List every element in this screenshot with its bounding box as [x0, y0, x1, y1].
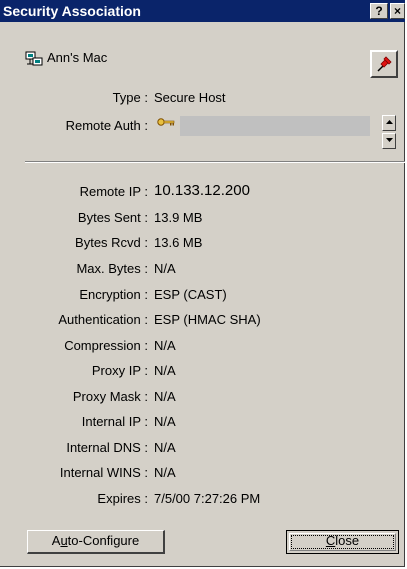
scroll-down-icon	[386, 138, 393, 142]
expires-value: 7/5/00 7:27:26 PM	[154, 491, 261, 506]
close-icon: ×	[393, 4, 401, 18]
compression-value: N/A	[154, 338, 176, 353]
pin-button[interactable]	[370, 50, 398, 78]
internal-wins-label: Internal WINS :	[59, 465, 148, 480]
max-bytes-value: N/A	[154, 261, 176, 276]
proxy-ip-value: N/A	[154, 363, 176, 378]
internal-wins-value: N/A	[154, 465, 176, 480]
window-close-button[interactable]: ×	[390, 3, 405, 19]
help-button[interactable]: ?	[370, 3, 388, 19]
internal-ip-value: N/A	[154, 414, 176, 429]
type-value: Secure Host	[154, 90, 226, 105]
key-icon	[157, 118, 175, 126]
scroll-up-icon	[386, 120, 393, 124]
bytes-sent-value: 13.9 MB	[154, 210, 203, 225]
scroll-down-button[interactable]	[382, 133, 396, 149]
auto-configure-button[interactable]: Auto-Configure	[27, 530, 165, 554]
help-icon: ?	[375, 4, 383, 18]
internal-dns-value: N/A	[154, 440, 176, 455]
encryption-value: ESP (CAST)	[154, 287, 227, 302]
remote-ip-label: Remote IP :	[79, 184, 148, 199]
close-button-label: Close	[325, 533, 360, 548]
internal-ip-label: Internal IP :	[81, 414, 148, 429]
remote-auth-label: Remote Auth :	[65, 118, 148, 133]
title-bar[interactable]: Security Association ? ×	[0, 0, 405, 22]
encryption-label: Encryption :	[79, 287, 148, 302]
bytes-rcvd-label: Bytes Rcvd :	[75, 235, 148, 250]
bytes-sent-label: Bytes Sent :	[77, 210, 148, 225]
proxy-mask-label: Proxy Mask :	[72, 389, 148, 404]
expires-label: Expires :	[97, 491, 148, 506]
proxy-mask-value: N/A	[154, 389, 176, 404]
proxy-ip-label: Proxy IP :	[91, 363, 148, 378]
host-name: Ann's Mac	[47, 50, 108, 65]
auto-configure-label: Auto-Configure	[51, 533, 140, 548]
scroll-up-button[interactable]	[382, 115, 396, 131]
max-bytes-label: Max. Bytes :	[76, 261, 148, 276]
bytes-rcvd-value: 13.6 MB	[154, 235, 203, 250]
authentication-value: ESP (HMAC SHA)	[154, 312, 261, 327]
remote-ip-value: 10.133.12.200	[154, 182, 250, 199]
window-title: Security Association	[3, 3, 141, 19]
authentication-label: Authentication :	[58, 312, 148, 327]
internal-dns-label: Internal DNS :	[66, 440, 148, 455]
pushpin-icon	[377, 56, 392, 72]
type-label: Type :	[112, 90, 148, 105]
close-button[interactable]: Close	[286, 530, 399, 554]
divider	[25, 161, 405, 163]
security-association-dialog: Security Association ? × Ann's Mac Type …	[0, 0, 405, 567]
compression-label: Compression :	[64, 338, 148, 353]
computer-icon	[25, 51, 43, 66]
remote-auth-field	[180, 116, 370, 136]
